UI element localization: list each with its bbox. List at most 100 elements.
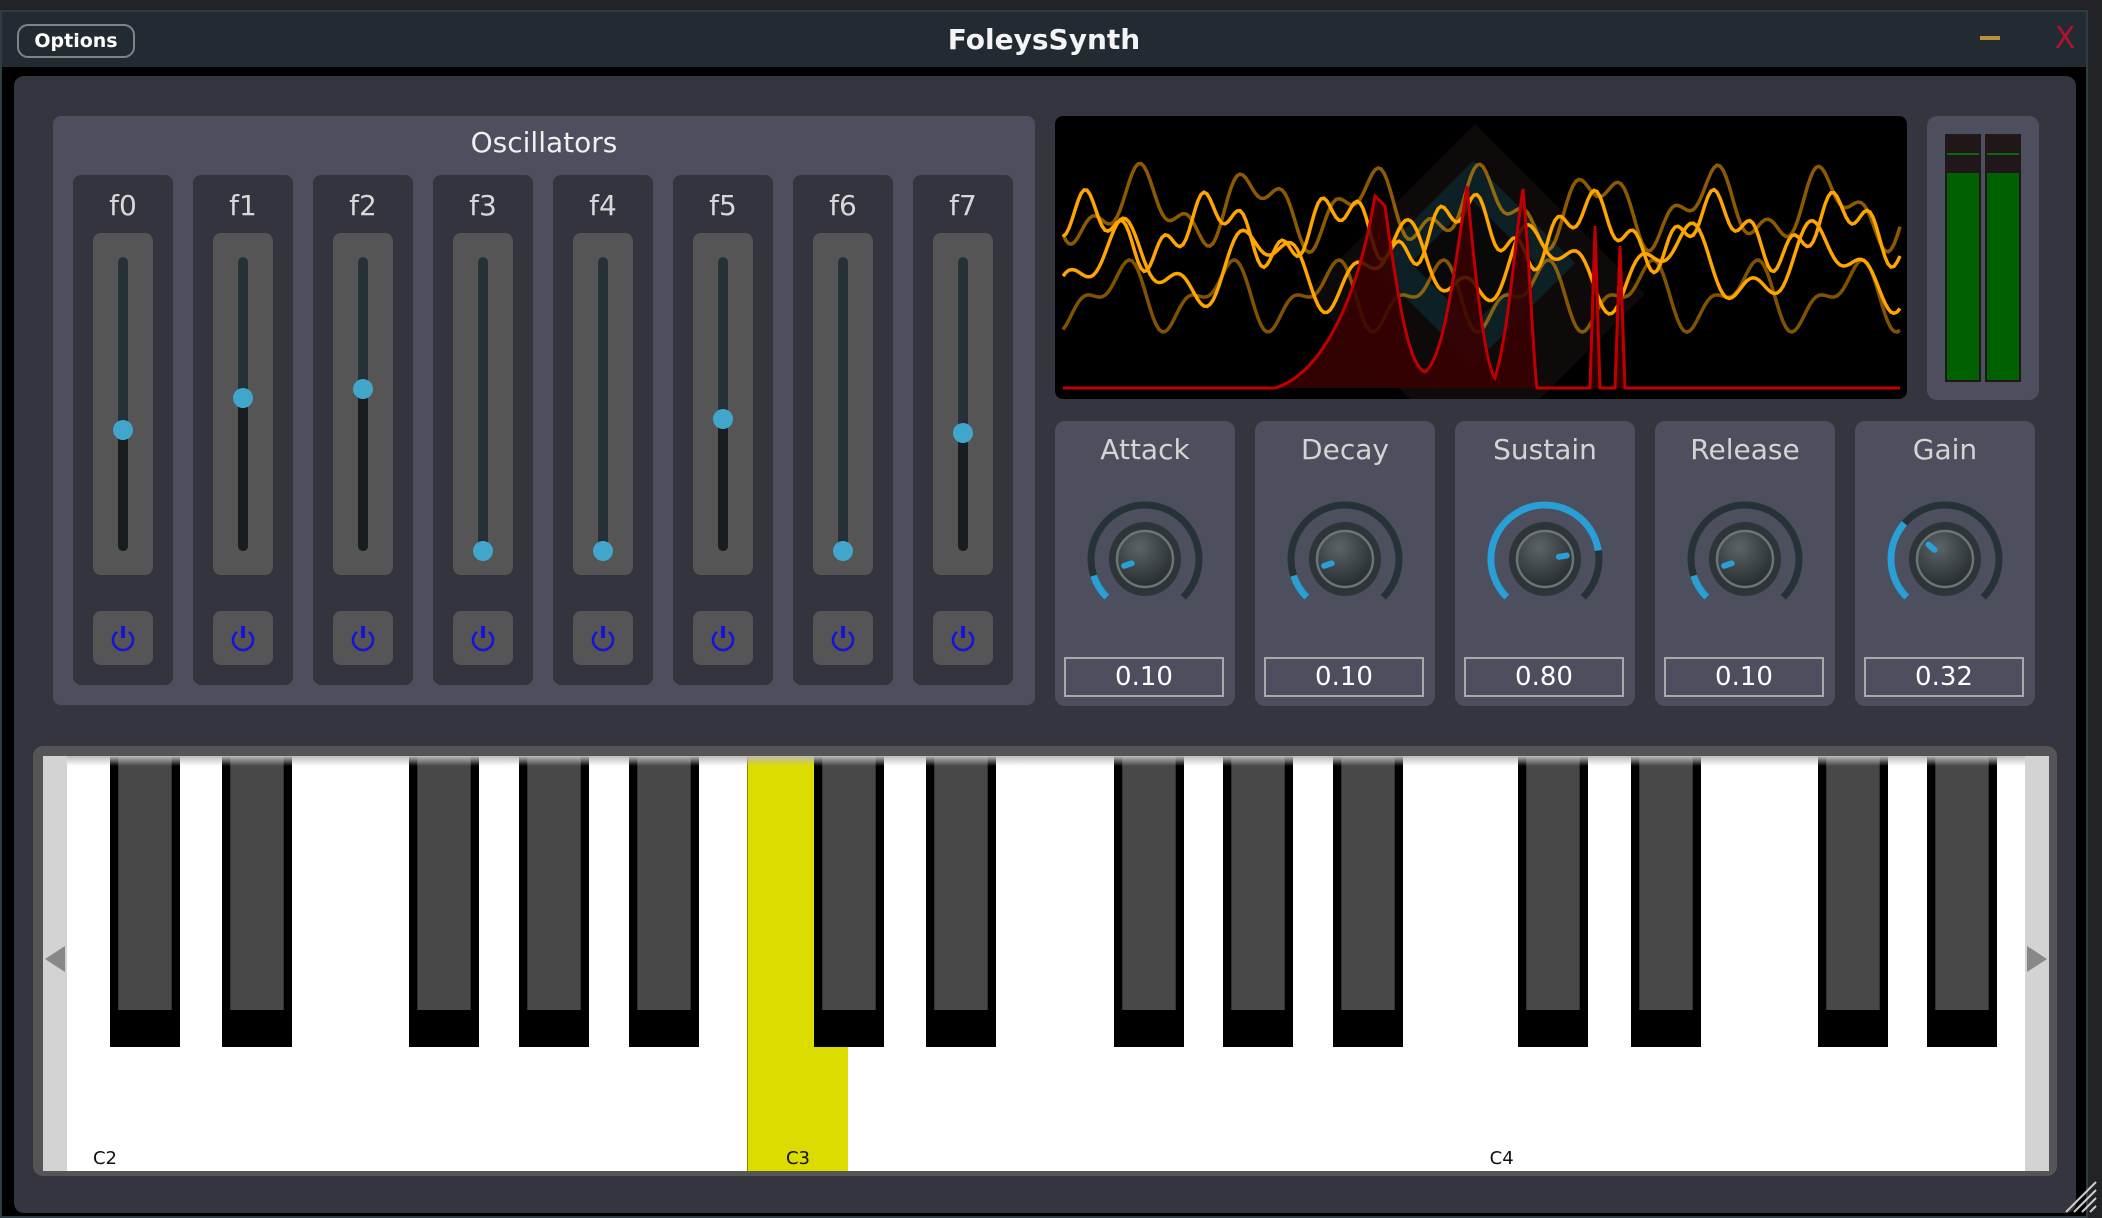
oscillator-power-button-f2[interactable] — [333, 611, 393, 665]
resize-handle-icon[interactable] — [2060, 1176, 2098, 1214]
slider-thumb[interactable] — [713, 408, 733, 429]
power-icon — [231, 626, 255, 652]
slider-fill — [958, 433, 968, 551]
oscillator-power-button-f7[interactable] — [933, 611, 993, 665]
oscillator-label: f0 — [109, 189, 137, 222]
piano-key-C#2[interactable] — [109, 756, 180, 1047]
oscillator-power-button-f5[interactable] — [693, 611, 753, 665]
slider-track[interactable] — [118, 257, 128, 551]
knob-value-field[interactable]: 0.10 — [1264, 657, 1424, 697]
piano-key-D#3[interactable] — [926, 756, 997, 1047]
knob-label: Release — [1690, 433, 1800, 466]
scroll-right-arrow-icon — [2027, 946, 2047, 972]
knob-pointer — [1321, 560, 1335, 569]
knob-value-field[interactable]: 0.32 — [1864, 657, 2024, 697]
slider-track[interactable] — [718, 257, 728, 551]
slider-track[interactable] — [598, 257, 608, 551]
slider-fill — [718, 418, 728, 551]
black-key-face — [1231, 756, 1286, 1010]
power-icon — [711, 626, 735, 652]
slider-track[interactable] — [838, 257, 848, 551]
knob-panel-release: Release 0.10 — [1655, 421, 1835, 706]
piano-key-C#4[interactable] — [1518, 756, 1588, 1047]
knob-panel-decay: Decay 0.10 — [1255, 421, 1435, 706]
slider-thumb[interactable] — [233, 388, 253, 409]
knob-label: Gain — [1912, 433, 1978, 466]
slider-thumb[interactable] — [593, 541, 613, 561]
black-key-face — [1825, 756, 1880, 1010]
piano-key-D#2[interactable] — [222, 756, 293, 1047]
meter-level — [1947, 172, 1979, 380]
piano-key-F#3[interactable] — [1113, 756, 1184, 1047]
knob-value-field[interactable]: 0.10 — [1064, 657, 1224, 697]
piano-key-C#3[interactable] — [813, 756, 884, 1047]
oscillator-power-button-f4[interactable] — [573, 611, 633, 665]
knob-sustain[interactable] — [1477, 491, 1613, 627]
knob-label: Sustain — [1493, 433, 1597, 466]
oscillator-label: f7 — [949, 189, 977, 222]
slider-track[interactable] — [478, 257, 488, 551]
knob-release[interactable] — [1677, 491, 1813, 627]
oscillator-power-button-f6[interactable] — [813, 611, 873, 665]
oscillator-power-button-f1[interactable] — [213, 611, 273, 665]
piano-key-F#2[interactable] — [409, 756, 480, 1047]
oscillators-title: Oscillators — [470, 126, 618, 159]
meter-channel-left — [1945, 134, 1981, 382]
oscillator-label: f3 — [469, 189, 497, 222]
piano-key-G#2[interactable] — [519, 756, 589, 1047]
slider-track[interactable] — [958, 257, 968, 551]
keyboard-scroll-right[interactable] — [2025, 756, 2049, 1171]
level-meter — [1927, 116, 2039, 400]
oscillator-strip-f2: f2 — [313, 175, 413, 685]
piano-key-G#4[interactable] — [1927, 756, 1998, 1047]
meter-level — [1987, 172, 2019, 380]
octave-label: C2 — [92, 1148, 118, 1169]
black-key-face — [1340, 756, 1395, 1010]
oscillator-strip-f6: f6 — [793, 175, 893, 685]
oscillator-strip-f7: f7 — [913, 175, 1013, 685]
knob-value-arc — [1290, 574, 1310, 600]
knob-attack[interactable] — [1077, 491, 1213, 627]
oscillator-label: f5 — [709, 189, 737, 222]
knob-value-field[interactable]: 0.80 — [1464, 657, 1624, 697]
knob-gain[interactable] — [1877, 491, 2013, 627]
knob-value-arc — [1090, 574, 1110, 600]
piano-key-A#2[interactable] — [628, 756, 699, 1047]
black-key-face — [1935, 756, 1990, 1010]
piano-key-A#3[interactable] — [1332, 756, 1403, 1047]
oscilloscope — [1055, 116, 1907, 399]
keyboard-scroll-left[interactable] — [43, 756, 67, 1171]
black-key-face — [1121, 756, 1176, 1010]
slider-fill — [358, 389, 368, 551]
knob-pointer — [1925, 541, 1938, 553]
black-key-face — [934, 756, 989, 1010]
minimize-icon[interactable] — [1980, 36, 2000, 40]
piano-keyboard[interactable]: C2 C3 C4 — [43, 756, 2049, 1171]
knob-pointer — [1121, 560, 1135, 569]
knob-value-field[interactable]: 0.10 — [1664, 657, 1824, 697]
slider-thumb[interactable] — [473, 541, 493, 561]
black-key-face — [230, 756, 285, 1010]
options-button[interactable]: Options — [17, 24, 135, 58]
piano-key-G#3[interactable] — [1223, 756, 1294, 1047]
oscillator-power-button-f0[interactable] — [93, 611, 153, 665]
slider-fill — [118, 430, 128, 551]
slider-fill — [238, 398, 248, 551]
power-icon — [831, 626, 855, 652]
knob-label: Decay — [1301, 433, 1389, 466]
slider-track[interactable] — [358, 257, 368, 551]
close-icon[interactable]: X — [2050, 18, 2080, 58]
black-key-face — [527, 756, 581, 1010]
knob-decay[interactable] — [1277, 491, 1413, 627]
piano-key-D#4[interactable] — [1630, 756, 1701, 1047]
slider-thumb[interactable] — [833, 541, 853, 561]
oscillator-strip-f4: f4 — [553, 175, 653, 685]
black-key-face — [636, 756, 691, 1010]
octave-label: C4 — [1489, 1148, 1514, 1169]
octave-label: C3 — [785, 1148, 810, 1169]
oscillator-power-button-f3[interactable] — [453, 611, 513, 665]
oscillator-label: f6 — [829, 189, 857, 222]
meter-peak — [1947, 153, 1979, 156]
black-key-face — [1638, 756, 1693, 1010]
piano-key-F#4[interactable] — [1817, 756, 1888, 1047]
